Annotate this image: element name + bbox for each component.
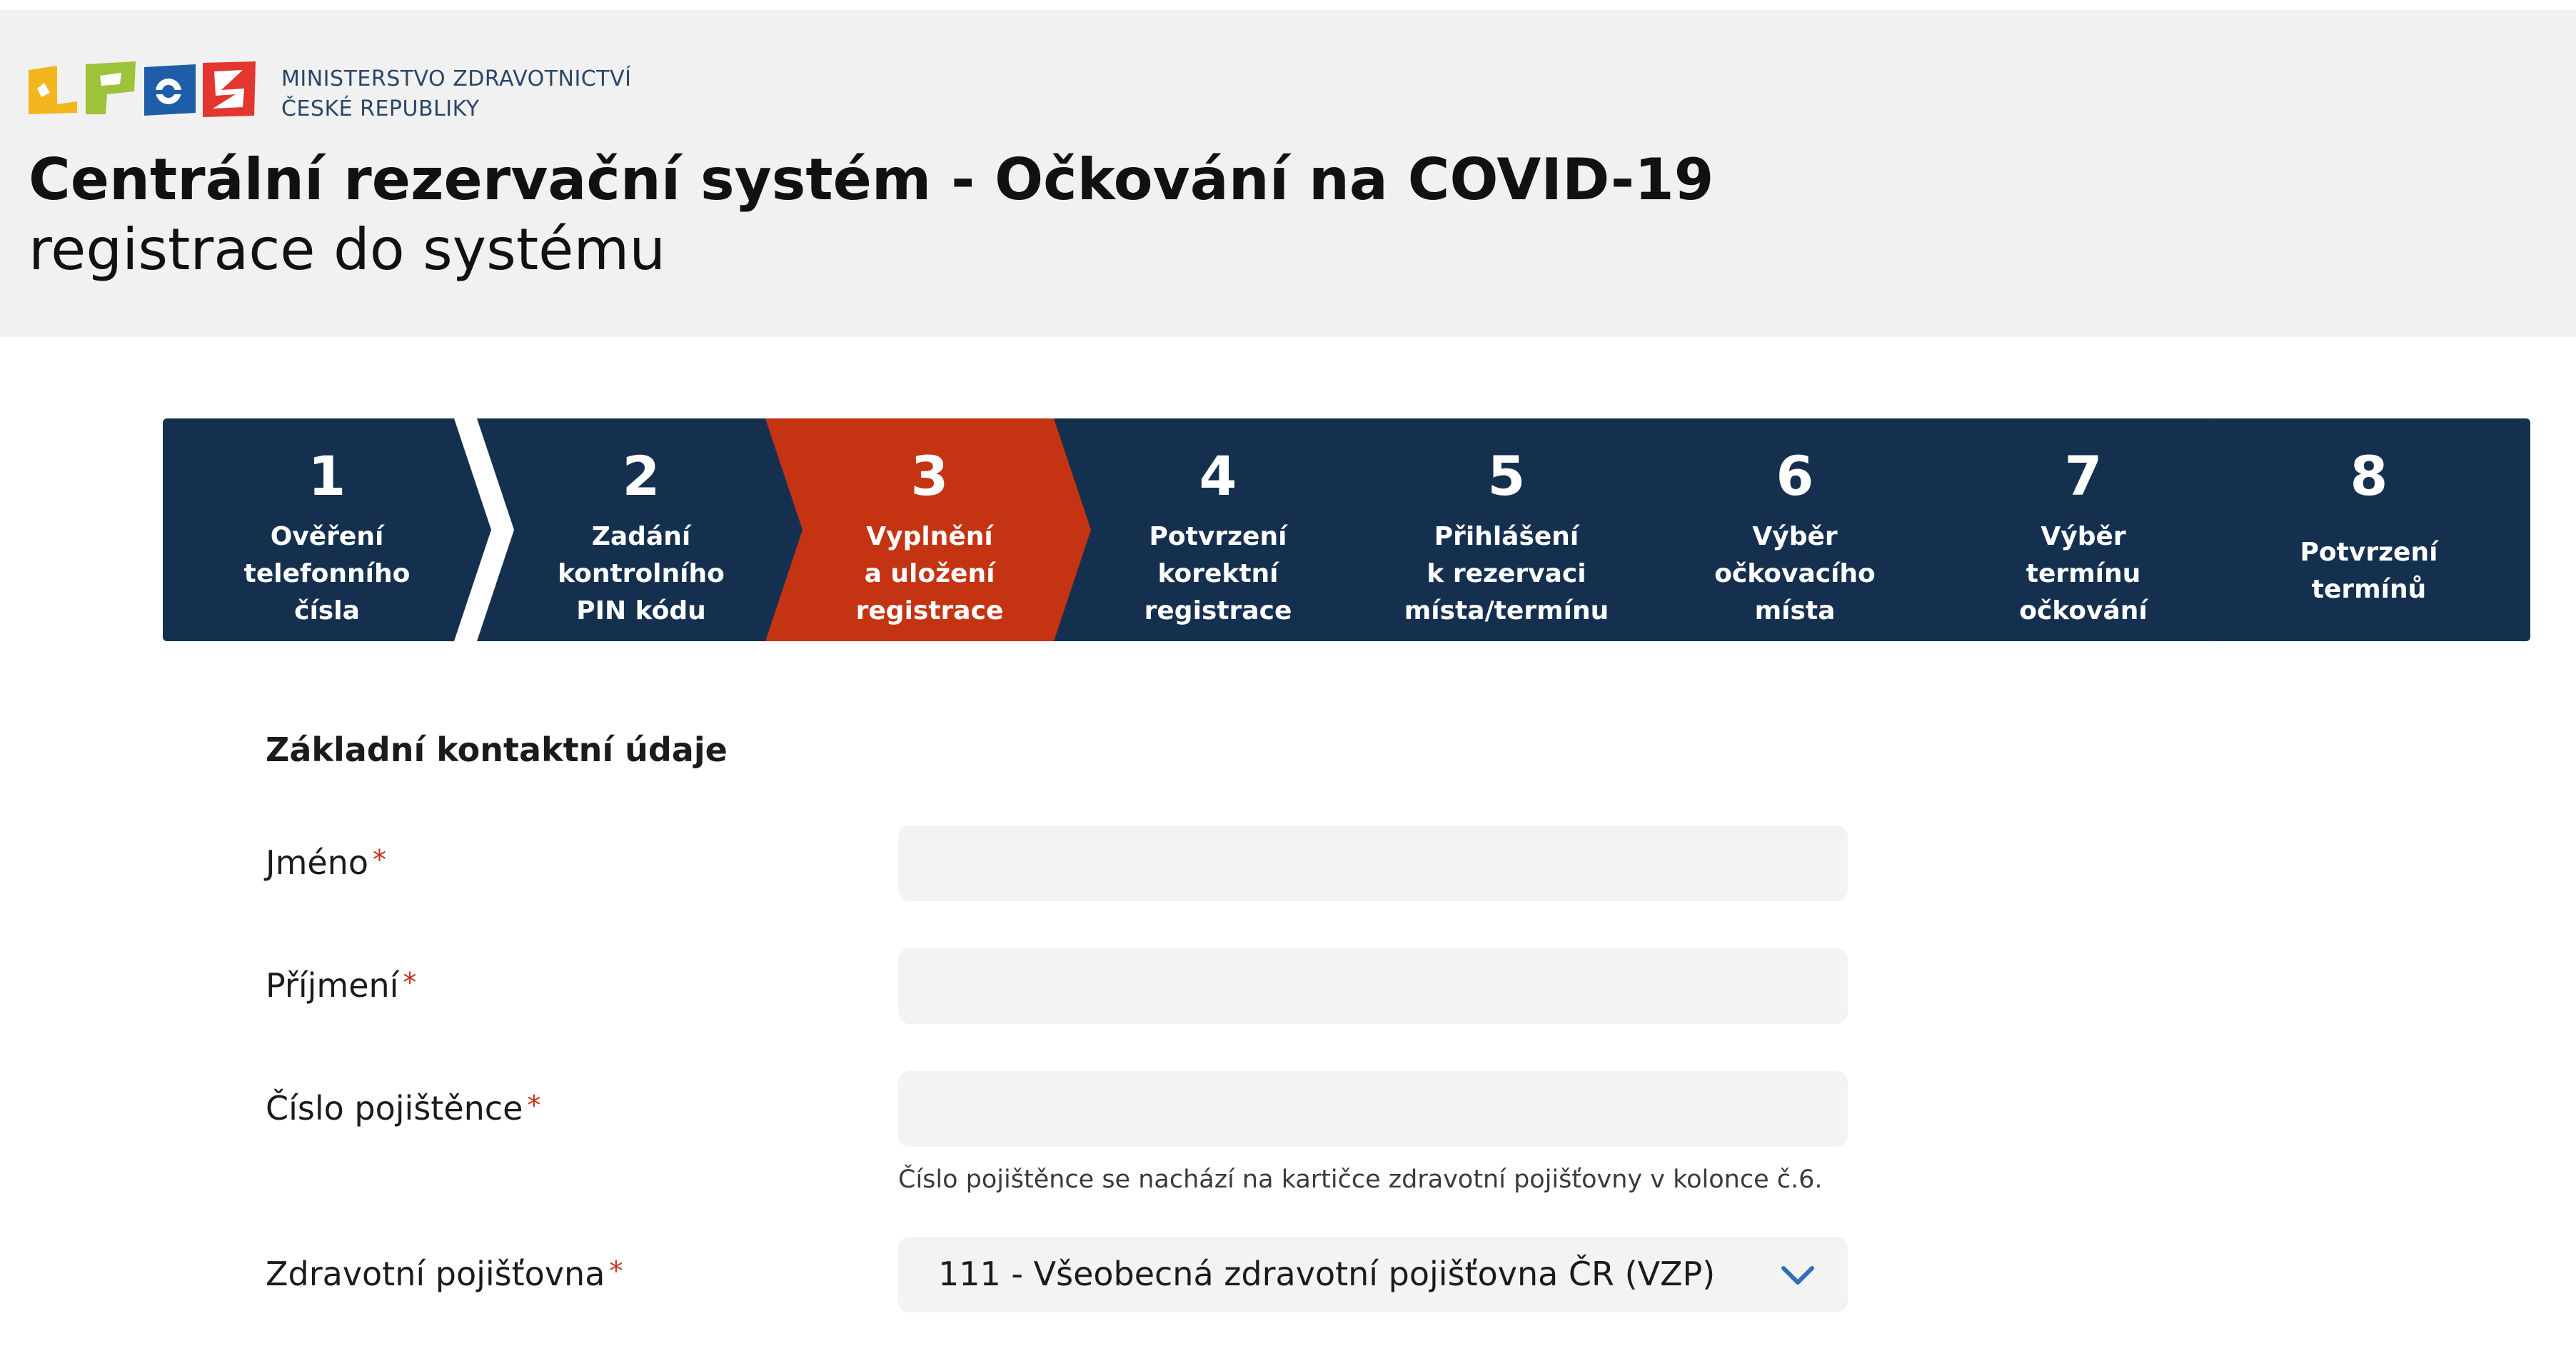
step-number: 1: [308, 444, 346, 508]
step-label-line: a uložení: [864, 559, 995, 588]
insurance-number-label: Číslo pojištěnce *: [266, 1087, 540, 1130]
step-7-choose-date: 7 Výběr termínu očkování: [1919, 418, 2248, 641]
step-label-line: k rezervaci: [1427, 559, 1586, 588]
ministry-name-line2: ČESKÉ REPUBLIKY: [281, 96, 480, 121]
ministry-name-line1: MINISTERSTVO ZDRAVOTNICTVÍ: [281, 66, 632, 91]
ministry-name: MINISTERSTVO ZDRAVOTNICTVÍ ČESKÉ REPUBLI…: [281, 64, 631, 124]
step-label-line: místa/termínu: [1404, 596, 1609, 626]
step-label-line: Ověření: [270, 522, 384, 551]
step-number: 8: [2350, 444, 2388, 508]
step-3-registration-form: 3 Vyplnění a uložení registrace: [765, 418, 1094, 641]
insurance-number-input[interactable]: [898, 1071, 1848, 1147]
step-label-line: očkovacího: [1714, 559, 1876, 588]
step-label-line: PIN kódu: [576, 596, 706, 626]
step-label-line: Přihlášení: [1434, 522, 1579, 551]
required-mark: *: [609, 1255, 623, 1287]
last-name-label-text: Příjmení: [266, 966, 399, 1005]
step-label-line: Zadání: [591, 522, 691, 551]
step-label: Ověření telefonního čísla: [191, 518, 463, 630]
step-label: Výběr očkovacího místa: [1659, 518, 1931, 630]
last-name-label: Příjmení *: [266, 964, 416, 1007]
step-label: Přihlášení k rezervaci místa/termínu: [1371, 518, 1642, 630]
page-subtitle: registrace do systému: [29, 216, 666, 283]
insurance-company-select[interactable]: 111 - Všeobecná zdravotní pojišťovna ČR …: [898, 1237, 1848, 1312]
required-mark: *: [527, 1090, 541, 1121]
step-8-confirm-dates: 8 Potvrzení termínů: [2208, 418, 2530, 641]
step-5-login-reservation: 5 Přihlášení k rezervaci místa/termínu: [1342, 418, 1671, 641]
ministry-logo: [29, 61, 256, 117]
step-label-line: čísla: [294, 596, 360, 626]
step-label-line: termínů: [2311, 575, 2427, 604]
step-label-line: termínu: [2026, 559, 2141, 588]
step-label-line: telefonního: [243, 559, 411, 588]
step-number: 7: [2064, 444, 2103, 508]
step-label: Potvrzení korektní registrace: [1082, 518, 1354, 630]
insurance-number-hint: Číslo pojištěnce se nachází na kartičce …: [898, 1165, 1823, 1194]
step-label-line: kontrolního: [558, 559, 725, 588]
page-header: MINISTERSTVO ZDRAVOTNICTVÍ ČESKÉ REPUBLI…: [0, 10, 2576, 337]
page-title: Centrální rezervační systém - Očkování n…: [29, 146, 1714, 213]
insurance-company-label-text: Zdravotní pojišťovna: [266, 1255, 605, 1293]
top-strip: [0, 0, 2576, 10]
insurance-company-label: Zdravotní pojišťovna *: [266, 1252, 623, 1295]
section-title: Základní kontaktní údaje: [266, 730, 728, 769]
progress-steps: 1 Ověření telefonního čísla 2 Zadání kon…: [163, 418, 2530, 641]
step-label-line: Výběr: [2041, 522, 2126, 551]
step-label: Vyplnění a uložení registrace: [794, 518, 1065, 630]
step-number: 3: [910, 444, 949, 508]
last-name-input[interactable]: [898, 948, 1848, 1024]
required-mark: *: [403, 967, 417, 998]
step-number: 4: [1199, 444, 1237, 508]
step-label-line: očkování: [2019, 596, 2148, 626]
chevron-down-icon: [1781, 1266, 1814, 1285]
insurance-company-selected-value: 111 - Všeobecná zdravotní pojišťovna ČR …: [938, 1255, 1716, 1293]
first-name-label-text: Jméno: [266, 843, 368, 882]
step-label-line: Potvrzení: [2300, 538, 2438, 567]
step-label-line: Vyplnění: [866, 522, 993, 551]
required-mark: *: [372, 844, 386, 875]
step-1-phone-verification: 1 Ověření telefonního čísla: [163, 418, 491, 641]
step-number: 5: [1487, 444, 1526, 508]
first-name-label: Jméno *: [266, 841, 386, 884]
step-number: 6: [1776, 444, 1814, 508]
step-label: Výběr termínu očkování: [1948, 518, 2219, 630]
step-label-line: Výběr: [1752, 522, 1838, 551]
step-label-line: místa: [1754, 596, 1836, 626]
step-6-choose-place: 6 Výběr očkovacího místa: [1631, 418, 1959, 641]
step-2-pin-entry: 2 Zadání kontrolního PIN kódu: [477, 418, 805, 641]
step-label: Zadání kontrolního PIN kódu: [505, 518, 777, 630]
first-name-input[interactable]: [898, 825, 1848, 901]
step-number: 2: [622, 444, 660, 508]
step-4-confirm-registration: 4 Potvrzení korektní registrace: [1054, 418, 1382, 641]
insurance-number-label-text: Číslo pojištěnce: [266, 1089, 523, 1128]
step-label-line: registrace: [855, 596, 1004, 626]
step-label-line: korektní: [1157, 559, 1279, 588]
step-label-line: Potvrzení: [1149, 522, 1287, 551]
step-label-line: registrace: [1144, 596, 1292, 626]
step-label: Potvrzení termínů: [2236, 534, 2502, 608]
